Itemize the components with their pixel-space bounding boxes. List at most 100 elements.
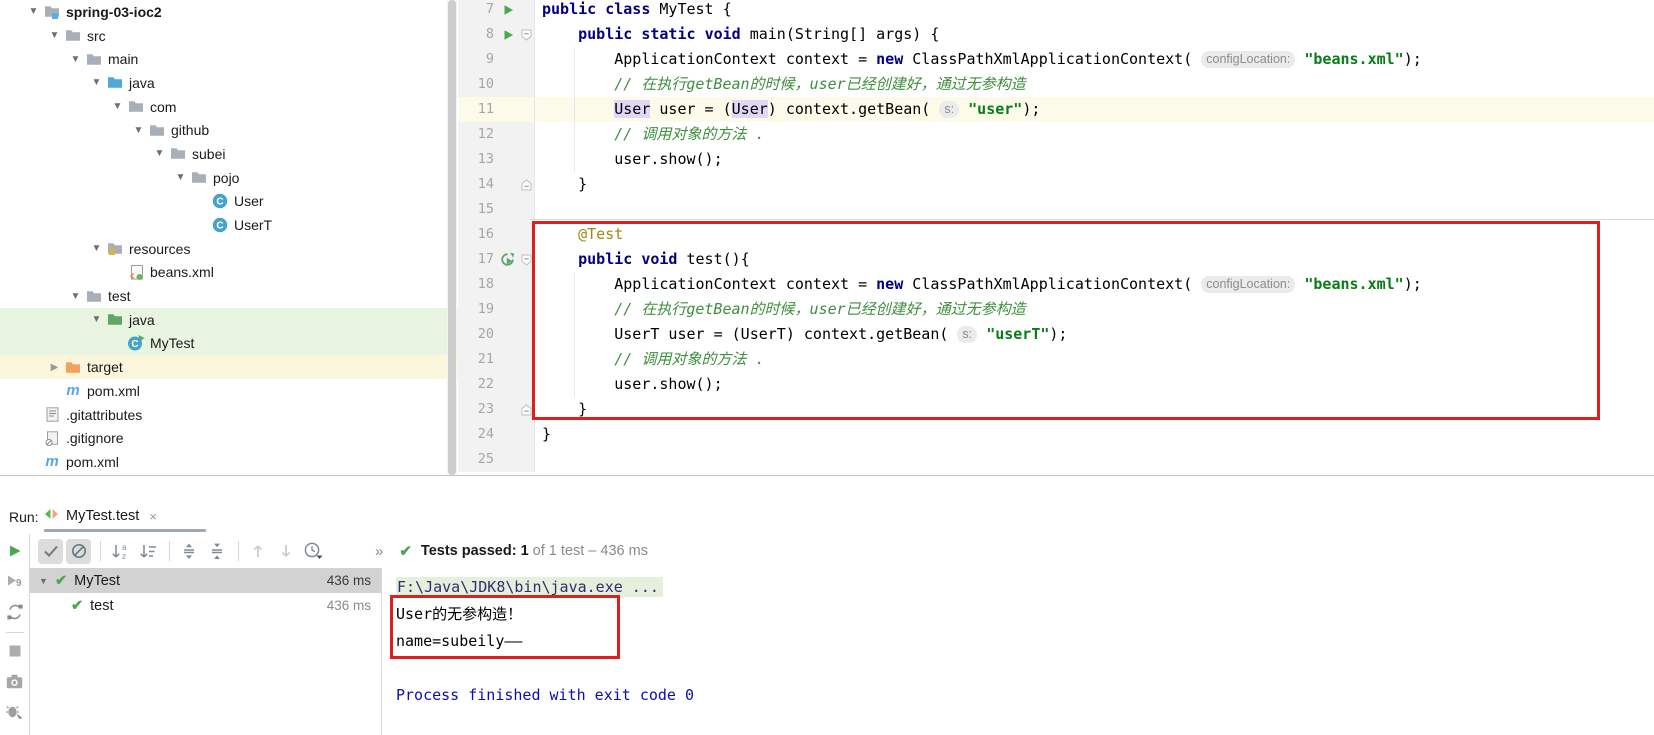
code-line-11[interactable]: 11 User user = (User) context.getBean( s… — [458, 97, 1654, 122]
test-result-test[interactable]: ✔ test 436 ms — [30, 593, 381, 618]
tree-item-pom-xml[interactable]: m pom.xml — [0, 379, 458, 403]
maven-icon: m — [66, 381, 80, 399]
tree-item-usert[interactable]: C UserT — [0, 213, 458, 237]
show-ignored-button[interactable] — [66, 538, 91, 564]
more-actions-icon[interactable]: » — [375, 543, 383, 560]
fold-end-icon[interactable] — [518, 172, 535, 197]
active-tab-underline — [44, 529, 206, 532]
rerun-button[interactable] — [4, 543, 26, 558]
tree-expanded-icon[interactable]: ▼ — [88, 314, 105, 325]
toggle-auto-test-button[interactable] — [4, 603, 26, 621]
tree-item-test[interactable]: ▼ test — [0, 284, 458, 308]
tree-item-spring-03-ioc2[interactable]: ▼ spring-03-ioc2 — [0, 0, 458, 24]
close-tab-icon[interactable]: × — [149, 509, 157, 524]
run-tab-title: MyTest.test — [66, 508, 140, 524]
project-scrollbar-thumb[interactable] — [448, 0, 456, 475]
code-line-25[interactable]: 25 — [458, 447, 1654, 472]
indent-guide — [574, 47, 575, 172]
tree-item-com[interactable]: ▼ com — [0, 95, 458, 119]
code-line-22[interactable]: 22 user.show(); — [458, 372, 1654, 397]
tree-item-main[interactable]: ▼ main — [0, 47, 458, 71]
code-line-16[interactable]: 16 @Test — [458, 222, 1654, 247]
tree-item-pom-xml[interactable]: m pom.xml — [0, 450, 458, 474]
tree-expanded-icon[interactable]: ▼ — [88, 243, 105, 254]
tree-item-src[interactable]: ▼ src — [0, 24, 458, 48]
fold-end-icon[interactable] — [518, 397, 535, 422]
tree-expanded-icon[interactable]: ▼ — [151, 148, 168, 159]
code-line-14[interactable]: 14 } — [458, 172, 1654, 197]
tree-expanded-icon[interactable]: ▼ — [88, 77, 105, 88]
tree-item-pojo[interactable]: ▼ pojo — [0, 166, 458, 190]
tree-item-resources[interactable]: ▼ resources — [0, 237, 458, 261]
gutter-slot — [498, 222, 518, 247]
expand-all-button[interactable] — [176, 539, 201, 564]
line-number: 25 — [458, 447, 498, 472]
next-failed-test-button[interactable] — [273, 539, 298, 564]
previous-failed-test-button[interactable] — [245, 539, 270, 564]
code-line-23[interactable]: 23 } — [458, 397, 1654, 422]
tree-item-subei[interactable]: ▼ subei — [0, 142, 458, 166]
code-line-18[interactable]: 18 ApplicationContext context = new Clas… — [458, 272, 1654, 297]
code-line-19[interactable]: 19 // 在执行getBean的时候，user已经创建好，通过无参构造 — [458, 297, 1654, 322]
tree-item--gitignore[interactable]: .gitignore — [0, 426, 458, 450]
rerun-test-passed-icon[interactable] — [498, 247, 518, 272]
run-line-icon[interactable] — [498, 0, 518, 22]
fold-collapse-icon[interactable] — [518, 22, 535, 47]
rerun-failed-tests-button[interactable]: 9 — [4, 573, 26, 588]
tree-expanded-icon[interactable]: ▼ — [172, 172, 189, 183]
folder-package-icon — [147, 122, 167, 138]
tree-item-java[interactable]: ▼ java — [0, 71, 458, 95]
tree-item-user[interactable]: C User — [0, 190, 458, 214]
code-line-17[interactable]: 17 public void test(){ — [458, 247, 1654, 272]
code-text: ApplicationContext context = new ClassPa… — [542, 50, 1422, 68]
tree-expanded-icon[interactable]: ▼ — [25, 6, 42, 17]
code-line-7[interactable]: 7 public class MyTest { — [458, 0, 1654, 22]
tree-expanded-icon[interactable]: ▼ — [67, 291, 84, 302]
tree-item--gitattributes[interactable]: .gitattributes — [0, 403, 458, 427]
run-line-icon[interactable] — [498, 22, 518, 47]
code-line-20[interactable]: 20 UserT user = (UserT) context.getBean(… — [458, 322, 1654, 347]
gutter-slot — [498, 147, 518, 172]
sort-alphabetically-button[interactable]: az — [107, 539, 132, 564]
project-scrollbar[interactable] — [447, 0, 457, 475]
tree-item-mytest[interactable]: C MyTest — [0, 331, 458, 356]
tree-collapsed-icon[interactable]: ▶ — [46, 362, 63, 373]
console-line: User的无参构造！ — [396, 605, 523, 623]
code-line-10[interactable]: 10 // 在执行getBean的时候，user已经创建好，通过无参构造 — [458, 72, 1654, 97]
tree-expanded-icon[interactable]: ▼ — [46, 30, 63, 41]
test-history-button[interactable] — [301, 539, 326, 564]
test-result-mytest[interactable]: ▼ ✔ MyTest 436 ms — [30, 568, 381, 593]
line-number: 12 — [458, 122, 498, 147]
tree-item-beans-xml[interactable]: beans.xml — [0, 261, 458, 285]
stop-button[interactable] — [4, 644, 26, 659]
line-number: 13 — [458, 147, 498, 172]
tree-expanded-icon[interactable]: ▼ — [39, 576, 55, 586]
fold-slot — [518, 297, 535, 322]
tree-item-github[interactable]: ▼ github — [0, 118, 458, 142]
sort-by-duration-button[interactable] — [135, 539, 160, 564]
tree-item-label: java — [129, 311, 155, 328]
show-passed-button[interactable] — [38, 538, 63, 564]
tree-item-java[interactable]: ▼ java — [0, 307, 458, 332]
tree-expanded-icon[interactable]: ▼ — [109, 101, 126, 112]
fold-slot — [518, 322, 535, 347]
code-line-24[interactable]: 24} — [458, 422, 1654, 447]
run-console[interactable]: F:\Java\JDK8\bin\java.exe ... User的无参构造！ n… — [382, 568, 1654, 735]
collapse-all-button[interactable] — [204, 539, 229, 564]
code-line-12[interactable]: 12 // 调用对象的方法 . — [458, 122, 1654, 147]
attach-debugger-button[interactable] — [4, 704, 26, 720]
code-line-13[interactable]: 13 user.show(); — [458, 147, 1654, 172]
tree-item-target[interactable]: ▶ target — [0, 355, 458, 379]
folder-package-icon — [126, 99, 146, 115]
screenshot-button[interactable] — [4, 674, 26, 689]
fold-collapse-icon[interactable] — [518, 247, 535, 272]
code-line-8[interactable]: 8 public static void main(String[] args)… — [458, 22, 1654, 47]
console-line: F:\Java\JDK8\bin\java.exe ... — [396, 574, 1654, 601]
tree-expanded-icon[interactable]: ▼ — [67, 54, 84, 65]
code-line-21[interactable]: 21 // 调用对象的方法 . — [458, 347, 1654, 372]
code-line-9[interactable]: 9 ApplicationContext context = new Class… — [458, 47, 1654, 72]
tree-expanded-icon[interactable]: ▼ — [130, 125, 147, 136]
code-editor[interactable]: 7 public class MyTest {8 public static vo… — [458, 0, 1654, 475]
tree-item-label: java — [129, 74, 155, 91]
run-tab[interactable]: MyTest.test × — [44, 504, 157, 528]
